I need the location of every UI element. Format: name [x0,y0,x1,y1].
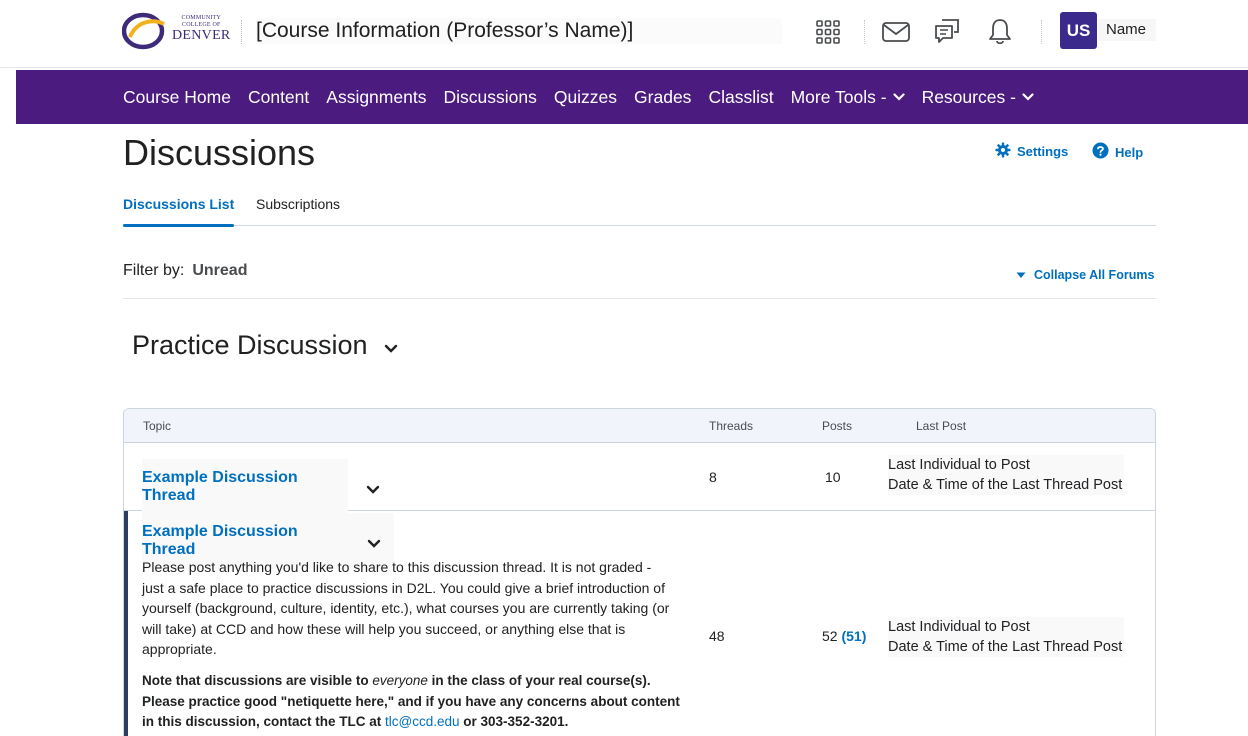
col-header-topic: Topic [143,419,172,433]
caret-down-icon [1016,268,1026,282]
filter-unread-option[interactable]: Unread [192,262,247,279]
collapse-all-forums-button[interactable]: Collapse All Forums [1016,268,1154,282]
note-text-end: or 303-352-3201. [459,714,569,729]
nav-item-content[interactable]: Content [248,87,309,108]
nav-item-label: Quizzes [553,86,618,107]
gear-icon [995,142,1011,161]
tab-discussions-list[interactable]: Discussions List [123,196,235,227]
college-logo[interactable]: COMMUNITY COLLEGE OF DENVER [122,12,230,50]
posts-count: 52 (51) [822,628,866,644]
icon-separator [864,20,865,44]
avatar[interactable]: US [1060,12,1097,49]
note-text-start: Note that discussions are visible to [142,673,373,688]
nav-item-classlist[interactable]: Classlist [708,87,773,108]
mail-icon[interactable] [880,18,912,46]
nav-item-label: Resources - [921,86,1016,107]
logo-mark-icon [122,12,165,50]
nav-item-quizzes[interactable]: Quizzes [554,87,617,108]
help-label: Help [1115,144,1144,160]
icon-separator [1041,20,1042,44]
help-button[interactable]: Help [1092,142,1143,162]
course-title[interactable]: [Course Information (Professor’s Name)] [256,18,782,44]
top-header: COMMUNITY COLLEGE OF DENVER [Course Info… [0,0,1248,68]
nav-item-label: Assignments [326,86,427,107]
chevron-down-icon [1022,93,1034,101]
topic-note: Note that discussions are visible to eve… [142,671,682,733]
settings-label: Settings [1017,144,1069,159]
course-navbar: Course Home Content Assignments Discussi… [16,70,1248,124]
col-header-threads: Threads [709,419,754,433]
chat-icon[interactable] [932,16,962,46]
last-post: Last Individual to Post Date & Time of t… [888,455,1125,495]
posts-total: 52 [822,628,838,644]
note-emphasis: everyone [372,673,428,688]
help-icon [1092,142,1109,162]
topic-description: Please post anything you'd like to share… [142,559,670,657]
bell-icon[interactable] [985,16,1015,46]
nav-item-label: More Tools - [790,86,887,107]
forum-title-label: Practice Discussion [132,330,368,360]
last-post-name[interactable]: Last Individual to Post [888,617,1125,637]
last-post-date: Date & Time of the Last Thread Post [888,475,1125,495]
chevron-down-icon[interactable] [366,485,380,494]
col-header-last-post: Last Post [916,419,967,433]
threads-count: 8 [709,469,717,485]
nav-item-label: Course Home [123,86,231,107]
forum-title[interactable]: Practice Discussion [132,330,398,361]
nav-item-label: Content [247,86,310,107]
chevron-down-icon[interactable] [384,344,398,353]
page-title: Discussions [123,132,316,173]
discussion-tabs: Discussions List Subscriptions [123,196,1156,227]
topic-link[interactable]: Example Discussion Thread [142,459,348,515]
nav-item-resources[interactable]: Resources - [922,87,1034,108]
divider [123,298,1156,299]
nav-items: Course Home Content Assignments Discussi… [123,70,1051,124]
posts-count: 10 [825,469,841,485]
table-row: Example Discussion Thread Please post an… [124,511,1155,736]
filter-row: Filter by: Unread [123,262,247,280]
table-header: Topic Threads Posts Last Post [124,409,1155,443]
col-header-posts: Posts [822,419,853,433]
waffle-icon[interactable] [814,18,842,46]
nav-item-label: Grades [634,86,692,107]
topics-table: Topic Threads Posts Last Post Example Di… [123,408,1156,736]
logo-wordmark: COMMUNITY COLLEGE OF DENVER [172,15,231,43]
nav-item-discussions[interactable]: Discussions [443,87,536,108]
last-post-date: Date & Time of the Last Thread Post [888,637,1125,657]
threads-count: 48 [709,628,725,644]
nav-item-more-tools[interactable]: More Tools - [791,87,905,108]
chevron-down-icon [892,93,905,101]
collapse-all-label: Collapse All Forums [1034,268,1155,282]
filter-label: Filter by: [123,262,185,279]
logo-line-3: DENVER [172,28,231,43]
table-row: Example Discussion Thread 8 10 Last Indi… [124,443,1155,515]
user-name[interactable]: Name [1098,19,1156,41]
logo-line-1: COMMUNITY [181,15,222,21]
tab-subscriptions[interactable]: Subscriptions [256,196,340,225]
tlc-email-link[interactable]: tlc@ccd.edu [385,714,460,729]
nav-item-course-home[interactable]: Course Home [123,87,231,108]
logo-divider [241,20,242,44]
last-post: Last Individual to Post Date & Time of t… [888,617,1125,657]
nav-item-label: Classlist [708,86,774,107]
unread-posts-link[interactable]: (51) [841,628,866,644]
nav-item-label: Discussions [443,86,537,107]
settings-button[interactable]: Settings [995,142,1068,161]
nav-item-grades[interactable]: Grades [634,87,691,108]
last-post-name[interactable]: Last Individual to Post [888,455,1125,475]
chevron-down-icon[interactable] [367,539,381,548]
nav-item-assignments[interactable]: Assignments [326,87,426,108]
